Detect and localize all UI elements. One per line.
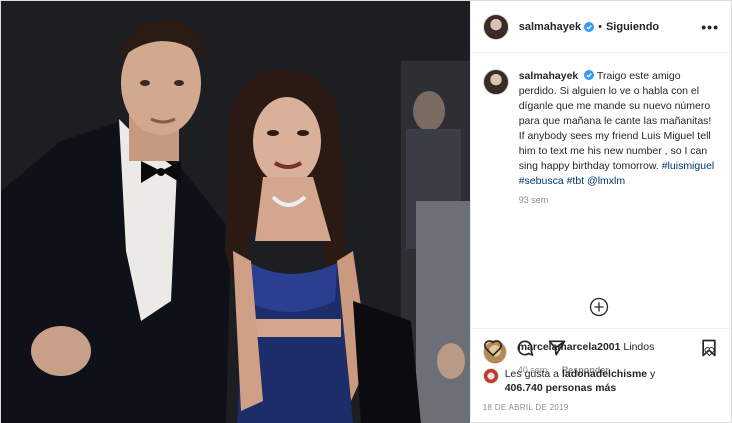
mention-link[interactable]: @lmxlm: [587, 175, 625, 187]
caption-age[interactable]: 93 sem: [519, 195, 719, 205]
likes-suffix[interactable]: personas más: [543, 382, 617, 394]
author-username[interactable]: salmahayek: [519, 21, 581, 33]
verified-badge-icon: [584, 21, 595, 32]
action-icons: [483, 329, 719, 367]
liker-username[interactable]: ladonadelchisme: [562, 368, 647, 380]
hashtag-link[interactable]: #sebusca: [519, 175, 564, 187]
likes-summary: Les gusta a ladonadelchisme y 406.740 pe…: [482, 367, 719, 395]
comment-icon[interactable]: [515, 338, 535, 358]
likes-count[interactable]: 406.740: [505, 382, 543, 394]
caption-username[interactable]: salmahayek: [519, 70, 579, 82]
post-photo[interactable]: [1, 1, 470, 423]
hashtag-link[interactable]: #tbt: [567, 175, 585, 187]
follow-button[interactable]: Siguiendo: [606, 21, 659, 33]
post-date[interactable]: 18 DE ABRIL DE 2019: [483, 403, 719, 412]
comments-area: salmahayek Traigo este amigo perdido. Si…: [471, 53, 731, 375]
likes-mid: y: [647, 368, 656, 380]
hashtag-link[interactable]: #luismiguel: [662, 160, 715, 172]
likes-text: Les gusta a ladonadelchisme y 406.740 pe…: [505, 367, 656, 395]
caption-text: Traigo este amigo perdido. Si alguien lo…: [518, 70, 712, 172]
verified-badge-icon: [584, 70, 595, 80]
header-separator: •: [598, 20, 602, 33]
caption: salmahayek Traigo este amigo perdido. Si…: [519, 69, 719, 189]
plus-circle-icon[interactable]: [589, 297, 609, 317]
post-side-panel: salmahayek • Siguiendo ••• salmahayek Tr…: [469, 1, 731, 423]
caption-row: salmahayek Traigo este amigo perdido. Si…: [482, 69, 719, 189]
caption-avatar[interactable]: [482, 69, 509, 95]
instagram-post: salmahayek • Siguiendo ••• salmahayek Tr…: [0, 0, 732, 423]
post-header: salmahayek • Siguiendo •••: [470, 1, 731, 53]
liker-avatar[interactable]: [482, 368, 499, 384]
heart-icon[interactable]: [483, 338, 503, 358]
bookmark-icon[interactable]: [699, 338, 719, 358]
likes-prefix: Les gusta a: [504, 368, 562, 380]
more-options-icon[interactable]: •••: [701, 19, 719, 35]
author-avatar[interactable]: [482, 13, 509, 40]
photo-illustration: [1, 1, 470, 423]
post-actions: Les gusta a ladonadelchisme y 406.740 pe…: [470, 328, 731, 423]
share-icon[interactable]: [547, 338, 567, 358]
